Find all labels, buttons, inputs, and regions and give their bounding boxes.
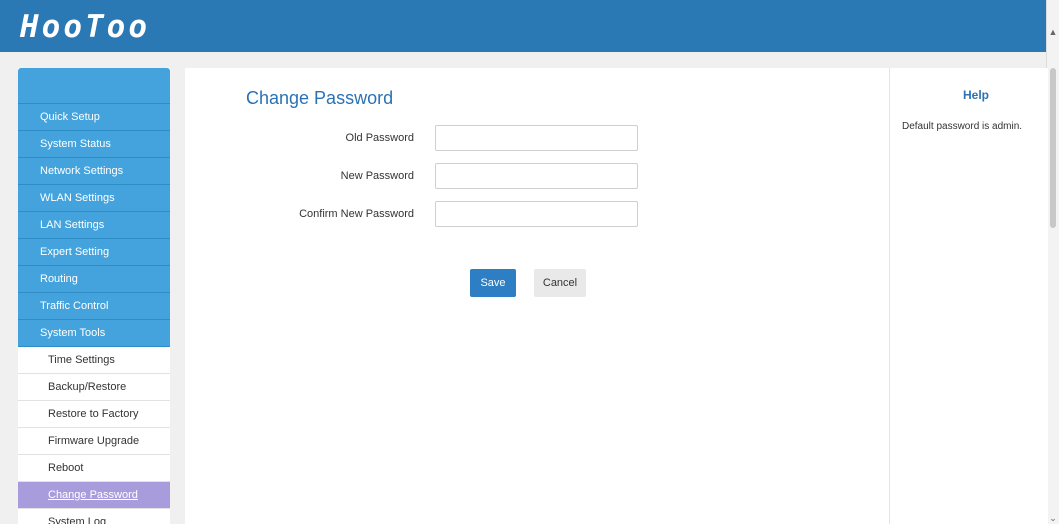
- confirm-password-field[interactable]: [435, 201, 638, 227]
- sidebar-item-traffic-control[interactable]: Traffic Control: [18, 293, 170, 320]
- app-header: HooToo: [0, 0, 1047, 52]
- sidebar-header: [18, 68, 170, 104]
- help-panel: Help Default password is admin.: [889, 68, 1048, 524]
- sidebar-item-system-status[interactable]: System Status: [18, 131, 170, 158]
- confirm-password-row: Confirm New Password: [185, 201, 889, 229]
- help-title: Help: [962, 88, 989, 102]
- sidebar-item-lan-settings[interactable]: LAN Settings: [18, 212, 170, 239]
- cancel-button[interactable]: Cancel: [534, 269, 586, 297]
- sidebar-item-expert-setting[interactable]: Expert Setting: [18, 239, 170, 266]
- main-panel: Change Password Old Password New Passwor…: [185, 68, 889, 524]
- sidebar: Quick Setup System Status Network Settin…: [18, 68, 170, 524]
- chevron-down-icon[interactable]: ⌄: [1047, 512, 1059, 524]
- sidebar-item-system-tools[interactable]: System Tools: [18, 320, 170, 347]
- sidebar-subitem-firmware-upgrade[interactable]: Firmware Upgrade: [18, 428, 170, 455]
- sidebar-subitem-reboot[interactable]: Reboot: [18, 455, 170, 482]
- help-text: Default password is admin.: [902, 121, 1023, 132]
- sidebar-item-wlan-settings[interactable]: WLAN Settings: [18, 185, 170, 212]
- hootoo-logo: HooToo: [20, 9, 150, 45]
- new-password-row: New Password: [185, 163, 889, 191]
- sidebar-subitem-change-password[interactable]: Change Password: [18, 482, 170, 509]
- old-password-row: Old Password: [185, 125, 889, 153]
- sidebar-subitem-backup-restore[interactable]: Backup/Restore: [18, 374, 170, 401]
- sidebar-subitem-system-log[interactable]: System Log: [18, 509, 170, 524]
- old-password-field[interactable]: [435, 125, 638, 151]
- sidebar-item-routing[interactable]: Routing: [18, 266, 170, 293]
- sidebar-item-quick-setup[interactable]: Quick Setup: [18, 104, 170, 131]
- new-password-label: New Password: [340, 170, 414, 182]
- sidebar-subitem-restore-factory[interactable]: Restore to Factory: [18, 401, 170, 428]
- chevron-up-icon[interactable]: ▲: [1047, 26, 1059, 38]
- page-title: Change Password: [246, 88, 394, 108]
- confirm-password-label: Confirm New Password: [299, 208, 414, 220]
- scrollbar-thumb[interactable]: [1050, 68, 1056, 228]
- sidebar-subitem-time-settings[interactable]: Time Settings: [18, 347, 170, 374]
- old-password-label: Old Password: [345, 132, 414, 144]
- save-button[interactable]: Save: [470, 269, 516, 297]
- sidebar-item-network-settings[interactable]: Network Settings: [18, 158, 170, 185]
- new-password-field[interactable]: [435, 163, 638, 189]
